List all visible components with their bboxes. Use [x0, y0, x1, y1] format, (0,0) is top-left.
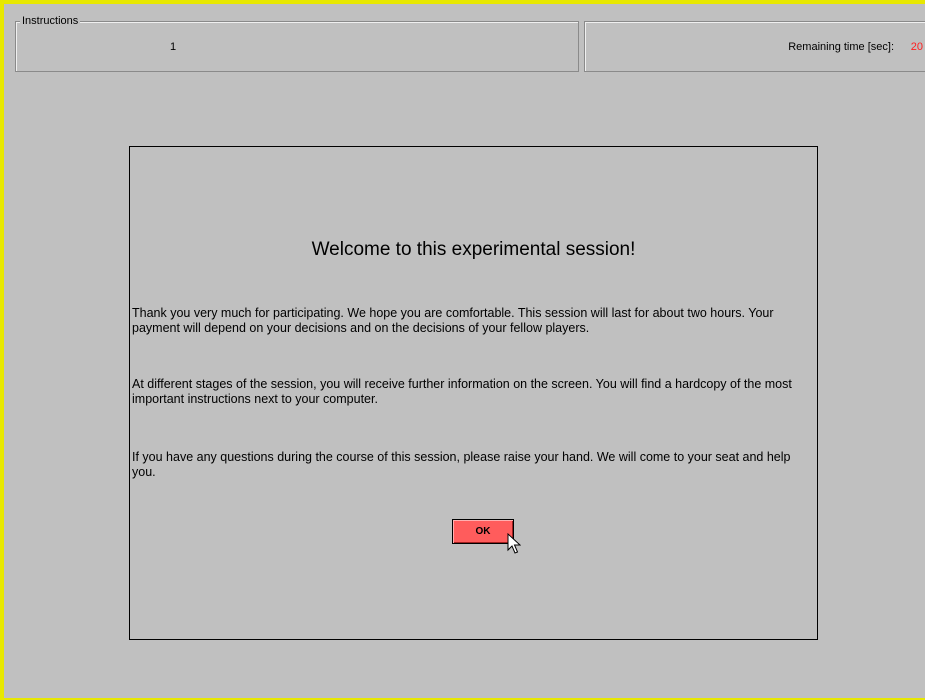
ok-button[interactable]: OK [452, 519, 514, 544]
information-paragraph: At different stages of the session, you … [132, 377, 792, 406]
intro-paragraph: Thank you very much for participating. W… [132, 306, 774, 335]
questions-paragraph: If you have any questions during the cou… [132, 450, 791, 479]
instructions-panel: Instructions 1 [15, 14, 579, 72]
remaining-time-label: Remaining time [sec]: [788, 41, 894, 53]
welcome-dialog: Welcome to this experimental session! Th… [129, 146, 818, 640]
dialog-title: Welcome to this experimental session! [311, 239, 636, 260]
period-number: 1 [170, 41, 177, 53]
instructions-label: Instructions [20, 14, 81, 28]
remaining-time-value: 20 [910, 41, 923, 53]
timer-panel: Remaining time [sec]: 20 [584, 21, 925, 72]
experiment-screen: Instructions 1 Remaining time [sec]: 20 … [0, 0, 925, 700]
